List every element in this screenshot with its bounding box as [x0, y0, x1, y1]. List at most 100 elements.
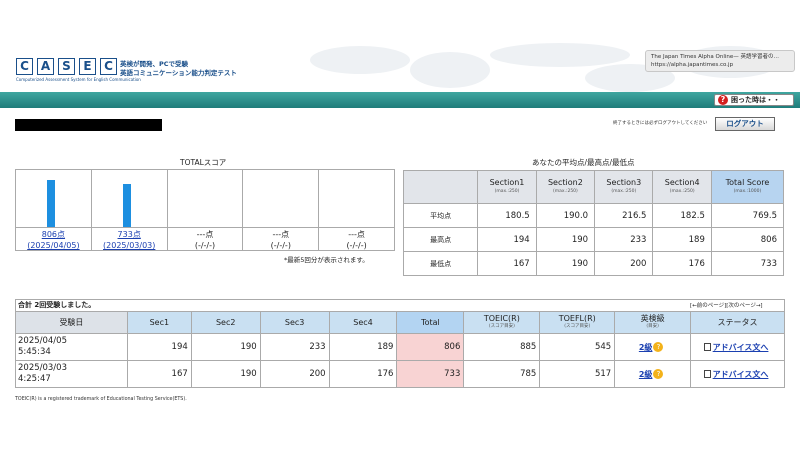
history-col-header: Total [396, 311, 465, 334]
header-label: Sec3 [284, 317, 305, 327]
header-label: TOEFL(R) [558, 313, 596, 323]
header-bar [0, 92, 800, 108]
averages-corner [402, 170, 479, 204]
row-label: 平均点 [402, 203, 479, 228]
question-icon[interactable]: ? [653, 369, 664, 379]
score-column: 806点 (2025/04/05) [16, 170, 92, 250]
averages-cell: 733 [710, 251, 785, 276]
site-tagline: 英検が開発、PCで受験 英語コミュニケーション能力判定テスト [120, 60, 237, 78]
col-max: (max.:250) [669, 189, 695, 194]
advice-link[interactable]: アドバイス文へ [713, 370, 769, 379]
document-icon [703, 370, 711, 378]
history-col-header: Sec1 [126, 311, 192, 334]
browser-tooltip: The Japan Times Alpha Online— 英語学習者の… ht… [645, 50, 795, 72]
averages-cell: 194 [477, 227, 537, 252]
averages-cell: 182.5 [652, 203, 712, 228]
averages-row: 平均点 180.5 190.0 216.5 182.5 769.5 [402, 203, 785, 228]
trademark-footer: TOEIC(R) is a registered trademark of Ed… [15, 397, 187, 402]
sec3-score: 233 [259, 333, 330, 361]
averages-row: 最低点 167 190 200 176 733 [402, 251, 785, 276]
averages-cell: 189 [652, 227, 712, 252]
score-column: 733点 (2025/03/03) [91, 170, 168, 251]
tooltip-url: https://alpha.japantimes.co.jp [651, 61, 734, 68]
question-icon[interactable]: ? [653, 342, 664, 352]
casec-logo[interactable]: C A S E C [16, 58, 121, 75]
tagline-line-2: 英語コミュニケーション能力判定テスト [120, 69, 237, 77]
total-score-note: *最新5回分が表示されます。 [284, 256, 369, 264]
header-label: Sec1 [149, 317, 170, 327]
exam-date: 2025/04/05 5:45:34 [15, 333, 128, 361]
history-col-header: TOEFL(R) (スコア目安) [539, 311, 616, 334]
history-col-header: TOEIC(R) (スコア目安) [463, 311, 541, 334]
eiken-grade: 2級? [614, 333, 692, 361]
score-date: (-/-/-) [346, 241, 367, 250]
history-pagination[interactable]: [←前のページ][次のページ→] [690, 301, 763, 309]
averages-cell: 176 [652, 251, 712, 276]
eiken-link[interactable]: 2級 [639, 343, 653, 352]
score-value: ---点 [196, 230, 214, 239]
score-label: ---点 (-/-/-) [319, 229, 394, 251]
document-icon [703, 343, 711, 351]
logout-button[interactable]: ログアウト [715, 117, 775, 131]
total-score: 806 [396, 333, 465, 361]
score-label[interactable]: 733点 (2025/03/03) [92, 229, 167, 251]
score-plot [319, 170, 394, 228]
score-plot [91, 170, 167, 228]
help-button[interactable]: ? 困った時は・・ [714, 94, 794, 106]
exam-date-time: 4:25:47 [18, 374, 51, 384]
col-label: Section3 [606, 178, 642, 187]
logo-letter: E [79, 58, 96, 75]
table-row: 2025/03/03 4:25:47 167 190 200 176 733 785 517 2級… [15, 360, 785, 388]
help-label: 困った時は・・ [731, 96, 780, 104]
averages-cell: 216.5 [594, 203, 654, 228]
toefl-score: 545 [539, 333, 616, 361]
header-label: Sec4 [353, 317, 373, 327]
eiken-grade: 2級? [614, 360, 692, 388]
score-date: (-/-/-) [194, 241, 216, 250]
logo-letter: A [37, 58, 54, 75]
history-col-header: Sec2 [190, 311, 261, 334]
score-value: ---点 [272, 230, 290, 239]
header-sub: (目安) [646, 323, 659, 329]
logout-note: 終了するときには必ずログアウトしてください [613, 121, 708, 126]
header-sub: (スコア目安) [564, 323, 591, 329]
col-max: (max.:250) [494, 189, 520, 194]
exam-date: 2025/03/03 4:25:47 [15, 360, 128, 388]
col-label: Total Score [725, 178, 770, 187]
averages-cell: 190 [535, 251, 596, 276]
history-table: 受験日 Sec1 Sec2 Sec3 Sec4 Total TOEIC(R) (スコア目安) T… [15, 311, 785, 388]
header-label: 受験日 [59, 317, 84, 327]
score-column: ---点 (-/-/-) [167, 170, 244, 250]
score-label[interactable]: 806点 (2025/04/05) [16, 229, 91, 251]
tagline-line-1: 英検が開発、PCで受験 [120, 60, 189, 68]
score-plot [16, 170, 91, 228]
header-label: Total [421, 317, 440, 327]
averages-cell: 806 [710, 227, 785, 252]
sec4-score: 189 [328, 333, 398, 361]
score-plot [167, 170, 243, 228]
score-date: (2025/04/05) [27, 241, 80, 250]
redacted-user-name [15, 119, 162, 131]
score-value: 806点 [41, 230, 66, 239]
averages-cell: 180.5 [477, 203, 537, 228]
score-date: (2025/03/03) [103, 241, 156, 250]
question-icon: ? [718, 95, 728, 105]
total-score-chart: 806点 (2025/04/05) 733点 (2025/03/03) ---点 (-/-… [15, 169, 395, 251]
eiken-link[interactable]: 2級 [639, 370, 653, 379]
logo-letter: S [58, 58, 75, 75]
averages-cell: 167 [477, 251, 537, 276]
col-max: (max.:1000) [733, 189, 762, 194]
sec1-score: 194 [126, 333, 192, 361]
status-cell: アドバイス文へ [690, 333, 785, 361]
averages-cell: 200 [594, 251, 654, 276]
exam-date-day: 2025/04/05 [18, 336, 67, 346]
col-max: (max.:250) [611, 189, 637, 194]
col-section1: Section1 (max.:250) [477, 170, 537, 204]
col-section2: Section2 (max.:250) [535, 170, 596, 204]
site-header: C A S E C Computerized Assessment System… [0, 0, 800, 108]
averages-cell: 769.5 [710, 203, 785, 228]
toefl-score: 517 [539, 360, 616, 388]
sec1-score: 167 [126, 360, 192, 388]
averages-title: あなたの平均点/最高点/最低点 [532, 158, 635, 167]
advice-link[interactable]: アドバイス文へ [713, 343, 769, 352]
